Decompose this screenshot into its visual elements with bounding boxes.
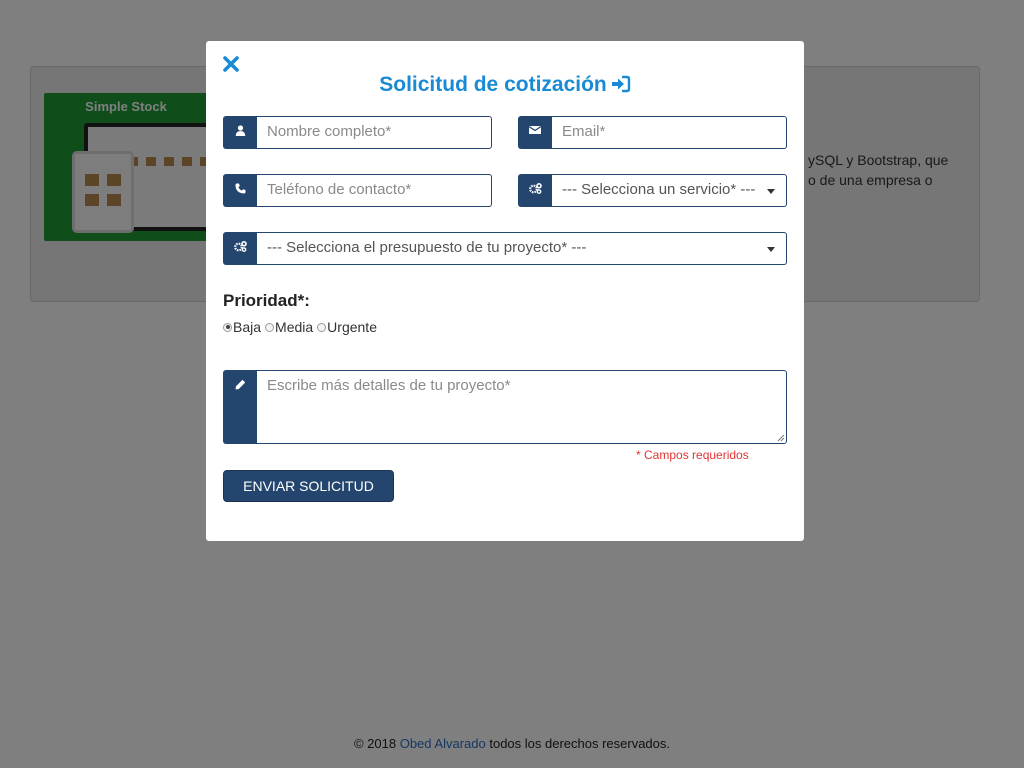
radio-button-urgente[interactable]: [317, 322, 327, 332]
gears-icon: [528, 183, 542, 194]
email-input[interactable]: Email*: [552, 116, 787, 149]
details-addon: [223, 370, 257, 444]
service-select-value: --- Selecciona un servicio* ---: [562, 181, 756, 198]
quote-request-modal: Solicitud de cotización Nombre completo*…: [206, 41, 804, 541]
required-fields-note: * Campos requeridos: [636, 448, 749, 462]
name-input[interactable]: Nombre completo*: [257, 116, 492, 149]
details-placeholder: Escribe más detalles de tu proyecto*: [267, 377, 511, 394]
budget-addon: [223, 232, 257, 265]
priority-radio-group: Baja Media Urgente: [223, 319, 377, 335]
priority-label: Prioridad*:: [223, 291, 310, 310]
pencil-icon: [235, 379, 245, 390]
radio-label-media: Media: [275, 319, 314, 335]
budget-select-value: --- Selecciona el presupuesto de tu proy…: [267, 239, 587, 256]
details-field: Escribe más detalles de tu proyecto*: [223, 370, 787, 444]
radio-label-baja: Baja: [233, 319, 262, 335]
priority-option-urgente[interactable]: Urgente: [317, 319, 377, 335]
service-field: --- Selecciona un servicio* ---: [518, 174, 787, 207]
details-textarea[interactable]: Escribe más detalles de tu proyecto*: [257, 370, 787, 444]
phone-icon: [235, 183, 245, 194]
sign-in-icon: [611, 75, 630, 93]
close-button[interactable]: [222, 55, 240, 73]
envelope-icon: [529, 126, 541, 134]
email-addon: [518, 116, 552, 149]
service-addon: [518, 174, 552, 207]
gears-icon: [233, 241, 247, 252]
chevron-down-icon: [767, 189, 775, 194]
modal-title: Solicitud de cotización: [206, 73, 804, 97]
radio-button-baja[interactable]: [223, 322, 232, 332]
radio-label-urgente: Urgente: [327, 319, 377, 335]
resize-grip-icon[interactable]: [777, 434, 785, 442]
name-field: Nombre completo*: [223, 116, 492, 149]
submit-button[interactable]: ENVIAR SOLICITUD: [223, 470, 394, 502]
phone-addon: [223, 174, 257, 207]
budget-select[interactable]: --- Selecciona el presupuesto de tu proy…: [257, 232, 787, 265]
name-addon: [223, 116, 257, 149]
priority-option-media[interactable]: Media: [265, 319, 313, 335]
chevron-down-icon: [767, 247, 775, 252]
email-field: Email*: [518, 116, 787, 149]
user-icon: [235, 125, 245, 136]
phone-input[interactable]: Teléfono de contacto*: [257, 174, 492, 207]
modal-title-text: Solicitud de cotización: [379, 73, 607, 96]
phone-field: Teléfono de contacto*: [223, 174, 492, 207]
radio-button-media[interactable]: [265, 322, 275, 332]
service-select[interactable]: --- Selecciona un servicio* ---: [552, 174, 787, 207]
budget-field: --- Selecciona el presupuesto de tu proy…: [223, 232, 787, 265]
close-icon: [223, 56, 239, 72]
priority-option-baja[interactable]: Baja: [223, 319, 261, 335]
